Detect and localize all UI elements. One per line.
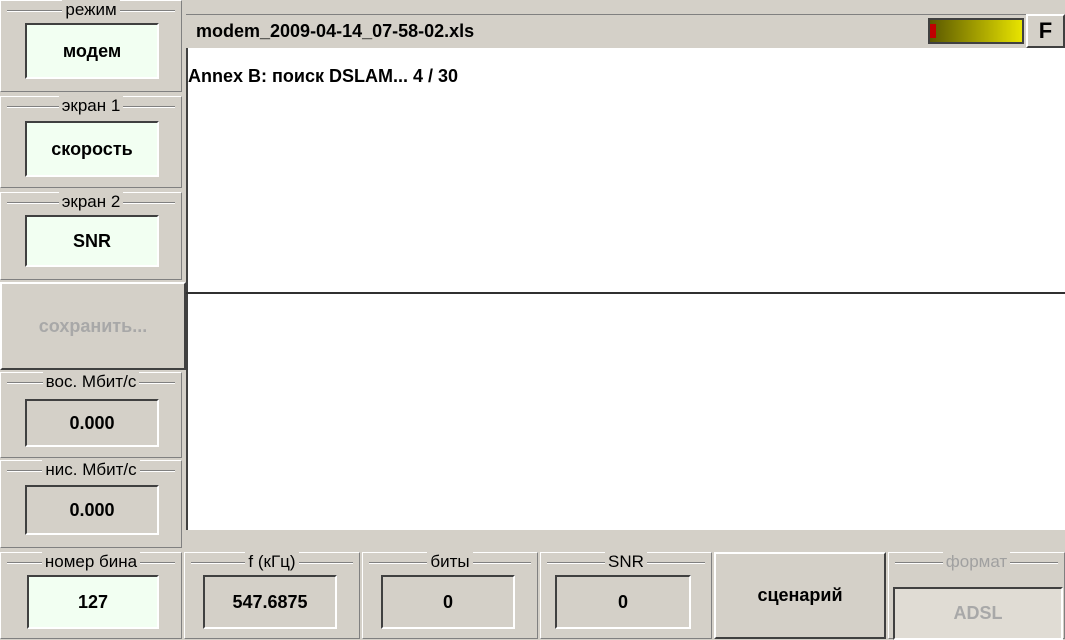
snr-group: SNR 0 xyxy=(540,552,712,639)
bin-group: номер бина 127 xyxy=(0,552,182,639)
save-button[interactable]: сохранить... xyxy=(0,282,186,370)
snr-value: 0 xyxy=(555,575,691,629)
format-title: формат xyxy=(889,552,1064,571)
snr-title: SNR xyxy=(541,552,711,571)
freq-group: f (кГц) 547.6875 xyxy=(184,552,360,639)
upper-graph-pane: Annex B: поиск DSLAM... 4 / 30 xyxy=(186,48,1065,292)
freq-title: f (кГц) xyxy=(185,552,359,571)
upstream-rate-value: 0.000 xyxy=(25,399,159,447)
bits-title: биты xyxy=(363,552,537,571)
downstream-title: нис. Мбит/с xyxy=(1,460,181,479)
format-title-text: формат xyxy=(942,552,1011,571)
signal-level-indicator xyxy=(928,18,1024,44)
mode-title: режим xyxy=(1,0,181,19)
screen2-title: экран 2 xyxy=(1,192,181,211)
screen1-title-text: экран 1 xyxy=(58,96,124,115)
bin-title: номер бина xyxy=(1,552,181,571)
screen1-group: экран 1 скорость xyxy=(0,96,182,188)
upstream-group: вос. Мбит/с 0.000 xyxy=(0,372,182,458)
format-select[interactable]: ADSL xyxy=(893,587,1063,640)
bits-value: 0 xyxy=(381,575,515,629)
f-button[interactable]: F xyxy=(1026,14,1065,48)
frequency-value: 547.6875 xyxy=(203,575,337,629)
screen2-select[interactable]: SNR xyxy=(25,215,159,267)
mode-select[interactable]: модем xyxy=(25,23,159,79)
downstream-rate-value: 0.000 xyxy=(25,485,159,535)
mode-title-text: режим xyxy=(62,0,120,19)
screen1-select[interactable]: скорость xyxy=(25,121,159,177)
upstream-title: вос. Мбит/с xyxy=(1,372,181,391)
scenario-button[interactable]: сценарий xyxy=(714,552,886,639)
bits-title-text: биты xyxy=(427,552,473,571)
screen2-group: экран 2 SNR xyxy=(0,192,182,280)
screen1-title: экран 1 xyxy=(1,96,181,115)
screen2-title-text: экран 2 xyxy=(58,192,124,211)
signal-alarm-marker xyxy=(930,24,936,38)
filename-label: modem_2009-04-14_07-58-02.xls xyxy=(196,21,475,41)
upstream-title-text: вос. Мбит/с xyxy=(42,372,140,391)
snr-title-text: SNR xyxy=(605,552,647,571)
format-group: формат ADSL xyxy=(888,552,1065,640)
search-status-text: Annex B: поиск DSLAM... 4 / 30 xyxy=(188,66,458,86)
lower-graph-pane xyxy=(186,294,1065,530)
bits-group: биты 0 xyxy=(362,552,538,639)
downstream-title-text: нис. Мбит/с xyxy=(42,460,140,479)
freq-title-text: f (кГц) xyxy=(245,552,299,571)
mode-group: режим модем xyxy=(0,0,182,92)
bin-title-text: номер бина xyxy=(41,552,141,571)
bin-number-field[interactable]: 127 xyxy=(27,575,159,629)
downstream-group: нис. Мбит/с 0.000 xyxy=(0,460,182,548)
